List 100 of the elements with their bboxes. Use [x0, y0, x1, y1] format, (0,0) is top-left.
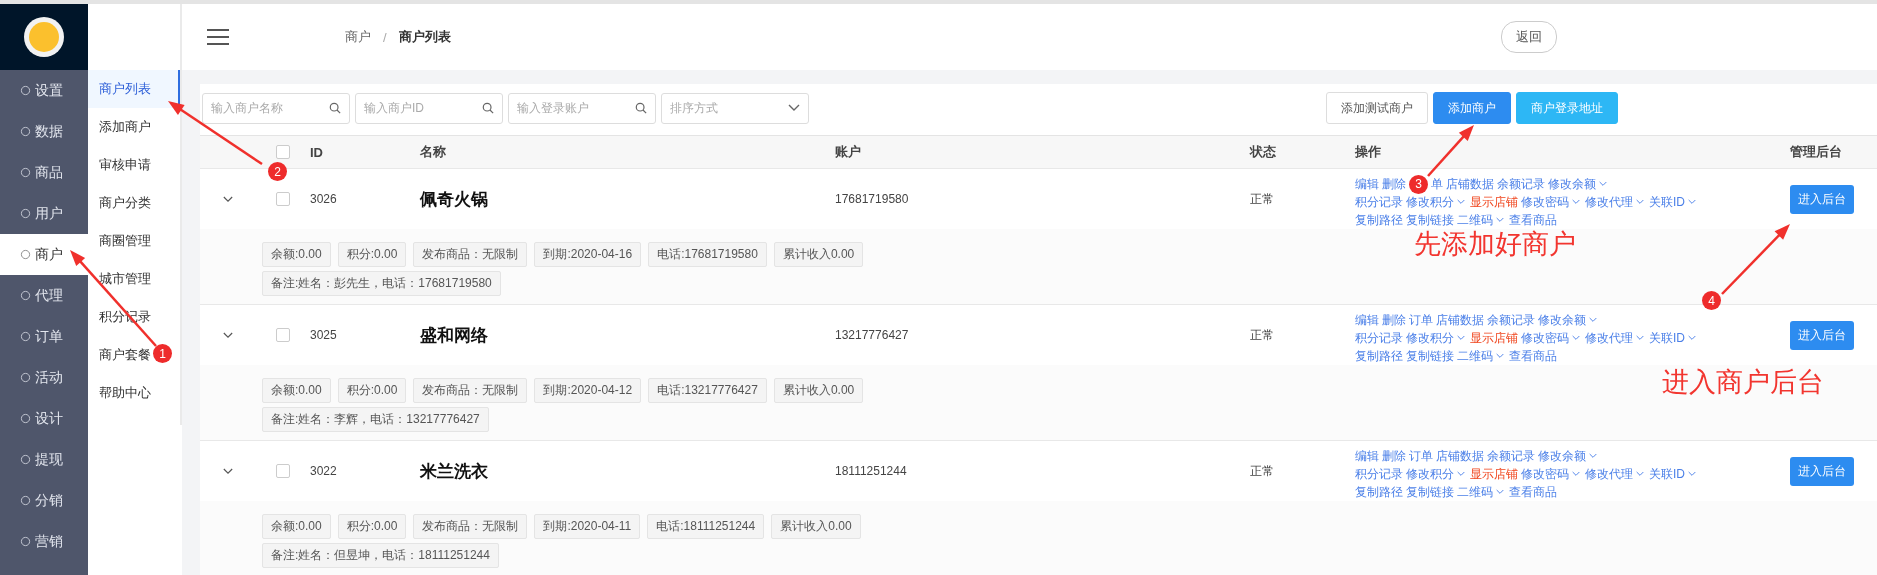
action-link[interactable]: 店铺数据 — [1436, 311, 1484, 329]
info-tag: 余额:0.00 — [262, 378, 331, 403]
action-link[interactable]: 余额记录 — [1487, 447, 1535, 465]
status-text: 正常 — [1250, 190, 1274, 208]
action-link[interactable]: 修改代理 — [1585, 329, 1646, 347]
action-link[interactable]: 单 — [1431, 175, 1443, 193]
action-link[interactable]: 复制路径 — [1355, 347, 1403, 365]
action-link[interactable]: 积分记录 — [1355, 329, 1403, 347]
action-link[interactable]: 修改余额 — [1538, 447, 1599, 465]
action-link[interactable]: 修改积分 — [1406, 329, 1467, 347]
action-link[interactable]: 店铺数据 — [1436, 447, 1484, 465]
row-checkbox[interactable] — [275, 328, 290, 342]
sidebar-item[interactable]: 数据 — [0, 111, 88, 152]
remark-tag: 备注:姓名：李辉，电话：13217776427 — [262, 407, 489, 432]
submenu-item[interactable]: 添加商户 — [88, 108, 155, 146]
expand-chevron-icon[interactable] — [222, 467, 233, 475]
status-text: 正常 — [1250, 462, 1274, 480]
sort-select[interactable]: 排序方式 — [661, 92, 809, 124]
action-link[interactable]: 二维码 — [1457, 211, 1506, 229]
action-link[interactable]: 关联ID — [1649, 193, 1698, 211]
action-link[interactable]: 显示店铺 — [1470, 465, 1518, 483]
action-link[interactable]: 修改余额 — [1538, 311, 1599, 329]
action-link[interactable]: 复制链接 — [1406, 347, 1454, 365]
submenu-item[interactable]: 商圈管理 — [88, 222, 155, 260]
action-link[interactable]: 二维码 — [1457, 347, 1506, 365]
sidebar-item[interactable]: 订单 — [0, 316, 88, 357]
row-checkbox[interactable] — [275, 192, 290, 206]
action-link[interactable]: 积分记录 — [1355, 193, 1403, 211]
select-all-checkbox[interactable] — [275, 145, 290, 159]
menu-icon[interactable] — [207, 29, 229, 45]
annotation-arrow — [1427, 125, 1474, 177]
sidebar-item[interactable]: 商品 — [0, 152, 88, 193]
table-cell: 3026 — [310, 192, 337, 206]
sidebar-item[interactable]: 设计 — [0, 398, 88, 439]
action-link[interactable]: 关联ID — [1649, 329, 1698, 347]
info-tag: 发布商品：无限制 — [413, 378, 528, 403]
action-link[interactable]: 店铺数据 — [1446, 175, 1494, 193]
sidebar-item[interactable]: 分销 — [0, 480, 88, 521]
search-field[interactable]: 输入商户名称 — [202, 92, 350, 124]
sidebar-item[interactable]: 代理 — [0, 275, 88, 316]
action-link[interactable]: 删除 — [1382, 175, 1406, 193]
menu-item-icon — [20, 85, 31, 96]
expand-chevron-icon[interactable] — [222, 195, 233, 203]
action-link[interactable]: 复制路径 — [1355, 211, 1403, 229]
sidebar-item[interactable]: 设置 — [0, 70, 88, 111]
action-link[interactable]: 修改代理 — [1585, 465, 1646, 483]
action-link[interactable]: 修改积分 — [1406, 465, 1467, 483]
action-link[interactable]: 复制链接 — [1406, 483, 1454, 501]
sidebar-item[interactable]: 提现 — [0, 439, 88, 480]
action-link[interactable]: 修改密码 — [1521, 329, 1582, 347]
action-link[interactable]: 余额记录 — [1487, 311, 1535, 329]
breadcrumb-link[interactable]: 商户 — [345, 28, 371, 46]
enter-admin-button[interactable]: 进入后台 — [1790, 184, 1854, 214]
submenu-item[interactable]: 帮助中心 — [88, 374, 155, 412]
action-link[interactable]: 修改代理 — [1585, 193, 1646, 211]
action-link[interactable]: 订单 — [1409, 447, 1433, 465]
action-link[interactable]: 积分记录 — [1355, 465, 1403, 483]
action-link[interactable]: 查看商品 — [1509, 347, 1557, 365]
sidebar-item[interactable]: 活动 — [0, 357, 88, 398]
column-header: 操作 — [1355, 144, 1381, 159]
action-link[interactable]: 复制链接 — [1406, 211, 1454, 229]
chevron-down-icon — [1457, 335, 1465, 341]
back-button[interactable]: 返回 — [1500, 21, 1557, 53]
action-link[interactable]: 显示店铺 — [1470, 193, 1518, 211]
action-link[interactable]: 查看商品 — [1509, 211, 1557, 229]
toolbar-button[interactable]: 添加测试商户 — [1326, 92, 1428, 124]
sidebar-item[interactable]: 用户 — [0, 193, 88, 234]
action-link[interactable]: 修改余额 — [1548, 175, 1609, 193]
sidebar-item[interactable]: 商户 — [0, 234, 88, 275]
expand-chevron-icon[interactable] — [222, 331, 233, 339]
toolbar-button[interactable]: 添加商户 — [1433, 92, 1511, 124]
action-link[interactable]: 编辑 — [1355, 175, 1379, 193]
sidebar-item[interactable]: 营销 — [0, 521, 88, 562]
submenu-item[interactable]: 商户套餐 — [88, 336, 155, 374]
action-link[interactable]: 复制路径 — [1355, 483, 1403, 501]
enter-admin-button[interactable]: 进入后台 — [1790, 320, 1854, 350]
toolbar-button[interactable]: 商户登录地址 — [1516, 92, 1618, 124]
menu-item-icon — [20, 167, 31, 178]
action-link[interactable]: 删除 — [1382, 447, 1406, 465]
action-link[interactable]: 余额记录 — [1497, 175, 1545, 193]
action-link[interactable]: 二维码 — [1457, 483, 1506, 501]
action-link[interactable]: 删除 — [1382, 311, 1406, 329]
search-field[interactable]: 输入登录账户 — [508, 92, 656, 124]
action-link[interactable]: 修改密码 — [1521, 193, 1582, 211]
action-link[interactable]: 关联ID — [1649, 465, 1698, 483]
action-link[interactable]: 编辑 — [1355, 311, 1379, 329]
submenu-item[interactable]: 城市管理 — [88, 260, 155, 298]
enter-admin-button[interactable]: 进入后台 — [1790, 456, 1854, 486]
action-link[interactable]: 修改积分 — [1406, 193, 1467, 211]
row-checkbox[interactable] — [275, 464, 290, 478]
action-link[interactable]: 查看商品 — [1509, 483, 1557, 501]
search-field[interactable]: 输入商户ID — [355, 92, 503, 124]
submenu-item[interactable]: 商户列表 — [88, 70, 180, 108]
chevron-down-icon — [1688, 199, 1696, 205]
action-link[interactable]: 显示店铺 — [1470, 329, 1518, 347]
submenu-item[interactable]: 商户分类 — [88, 184, 155, 222]
action-link[interactable]: 编辑 — [1355, 447, 1379, 465]
submenu-item[interactable]: 审核申请 — [88, 146, 155, 184]
action-link[interactable]: 订单 — [1409, 311, 1433, 329]
action-link[interactable]: 修改密码 — [1521, 465, 1582, 483]
